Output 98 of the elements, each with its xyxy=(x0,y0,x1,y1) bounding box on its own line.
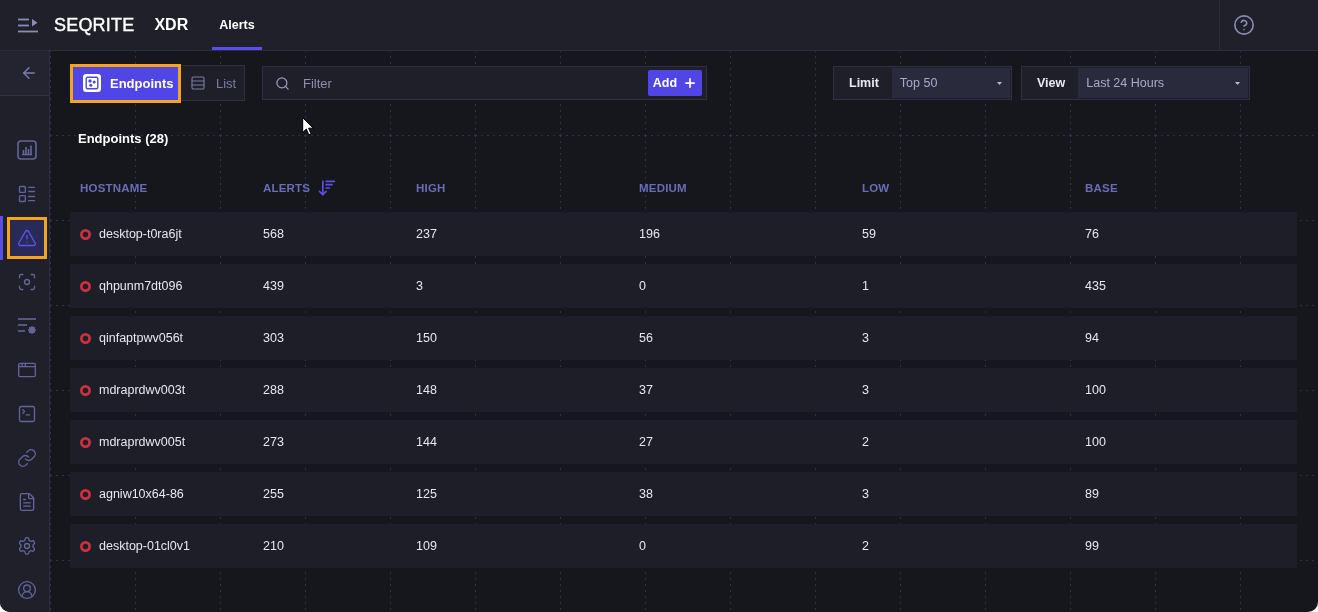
table-cell: 37 xyxy=(639,383,653,397)
brand-logo: SEQRITE xyxy=(54,14,135,36)
add-button[interactable]: Add xyxy=(648,70,702,96)
column-header[interactable]: BASE xyxy=(1085,182,1118,194)
table-cell: 100 xyxy=(1085,435,1106,449)
table-cell: 125 xyxy=(416,487,437,501)
limit-select[interactable]: Top 50 xyxy=(891,68,1010,98)
active-indicator xyxy=(0,216,3,260)
menu-icon xyxy=(18,17,38,33)
table-cell: 303 xyxy=(263,331,284,345)
column-header[interactable]: ALERTS xyxy=(263,178,338,198)
hostname-text: mdraprdwv005t xyxy=(99,435,186,449)
link-icon xyxy=(17,448,37,468)
sort-icon xyxy=(317,178,338,198)
settings-icon xyxy=(17,536,37,556)
table-cell: 210 xyxy=(263,539,284,553)
table-cell: 150 xyxy=(416,331,437,345)
table-row[interactable]: desktop-01cl0v1 210 109 0 2 99 xyxy=(70,524,1297,568)
table-cell: 76 xyxy=(1085,227,1099,241)
table-cell: 27 xyxy=(639,435,653,449)
hostname-text: mdraprdwv003t xyxy=(99,383,186,397)
caret-icon xyxy=(997,81,1002,85)
table-cell: 3 xyxy=(862,487,869,501)
status-ring-icon xyxy=(80,540,91,552)
dots-square-icon xyxy=(83,74,101,92)
table-cell: 288 xyxy=(263,383,284,397)
status-ring-icon xyxy=(80,280,91,292)
column-header[interactable]: HIGH xyxy=(416,182,446,194)
table-cell: 0 xyxy=(639,279,646,293)
hostname-text: qinfaptpwv056t xyxy=(99,331,184,345)
plus-icon xyxy=(683,76,698,90)
help-button[interactable] xyxy=(1233,14,1255,36)
rows-icon xyxy=(190,75,206,91)
table-row[interactable]: mdraprdwv003t 288 148 37 3 100 xyxy=(70,368,1297,412)
table-row[interactable]: mdraprdwv005t 273 144 27 2 100 xyxy=(70,420,1297,464)
table-cell: 3 xyxy=(862,383,869,397)
bar-chart-icon xyxy=(17,140,37,160)
mouse-pointer-icon xyxy=(302,117,314,136)
list-icon xyxy=(17,184,37,204)
table-row[interactable]: desktop-t0ra6jt 568 237 196 59 76 xyxy=(70,212,1297,256)
table-cell: 100 xyxy=(1085,383,1106,397)
table-cell: 237 xyxy=(416,227,437,241)
limit-label: Limit xyxy=(848,76,880,90)
table-cell: 59 xyxy=(862,227,876,241)
warning-icon xyxy=(17,228,37,248)
table-cell: 109 xyxy=(416,539,437,553)
table-cell: 1 xyxy=(862,279,869,293)
table-cell: 2 xyxy=(862,539,869,553)
column-header[interactable]: MEDIUM xyxy=(639,182,687,194)
status-ring-icon xyxy=(80,488,91,500)
document-icon xyxy=(17,492,37,512)
product-name: XDR xyxy=(154,16,189,34)
table-cell: 435 xyxy=(1085,279,1106,293)
focus-icon xyxy=(17,272,37,292)
table-cell: 255 xyxy=(263,487,284,501)
hostname-text: qhpunm7dt096 xyxy=(99,279,183,293)
status-ring-icon xyxy=(80,384,91,396)
table-cell: 99 xyxy=(1085,539,1099,553)
table-cell: 273 xyxy=(263,435,284,449)
user-icon xyxy=(17,580,37,600)
status-ring-icon xyxy=(80,332,91,344)
table-cell: 439 xyxy=(263,279,284,293)
table-cell: 148 xyxy=(416,383,437,397)
column-header[interactable]: LOW xyxy=(862,182,890,194)
hostname-text: agniw10x64-86 xyxy=(99,487,184,501)
hostname-text: desktop-t0ra6jt xyxy=(99,227,182,241)
menu-button[interactable] xyxy=(18,17,38,33)
table-cell: 56 xyxy=(639,331,653,345)
table-cell: 568 xyxy=(263,227,284,241)
table-cell: 2 xyxy=(862,435,869,449)
status-ring-icon xyxy=(80,228,91,240)
table-cell: 3 xyxy=(862,331,869,345)
help-icon xyxy=(1233,14,1255,36)
table-title: Endpoints (28) xyxy=(77,131,169,147)
table-row[interactable]: qhpunm7dt096 439 3 0 1 435 xyxy=(70,264,1297,308)
column-header[interactable]: HOSTNAME xyxy=(80,182,148,194)
table-cell: 196 xyxy=(639,227,660,241)
hostname-text: desktop-01cl0v1 xyxy=(99,539,191,553)
table-cell: 38 xyxy=(639,487,653,501)
status-ring-icon xyxy=(80,436,91,448)
list-gear-icon xyxy=(17,317,37,335)
table-cell: 94 xyxy=(1085,331,1099,345)
view-toggle-button[interactable]: Endpoints xyxy=(70,63,181,103)
table-cell: 3 xyxy=(416,279,423,293)
view-select[interactable]: Last 24 Hours xyxy=(1078,68,1248,98)
view-label: View xyxy=(1036,76,1067,90)
terminal-icon xyxy=(17,404,37,424)
nav-button[interactable] xyxy=(7,217,47,259)
caret-icon xyxy=(1235,81,1240,85)
filter-field[interactable]: Filter Add xyxy=(262,66,707,100)
view-toggle-button[interactable]: List xyxy=(181,66,244,100)
table-cell: 89 xyxy=(1085,487,1099,501)
window-icon xyxy=(17,360,37,380)
table-cell: 144 xyxy=(416,435,437,449)
table-cell: 0 xyxy=(639,539,646,553)
table-row[interactable]: qinfaptpwv056t 303 150 56 3 94 xyxy=(70,316,1297,360)
table-row[interactable]: agniw10x64-86 255 125 38 3 89 xyxy=(70,472,1297,516)
search-icon xyxy=(275,75,290,91)
